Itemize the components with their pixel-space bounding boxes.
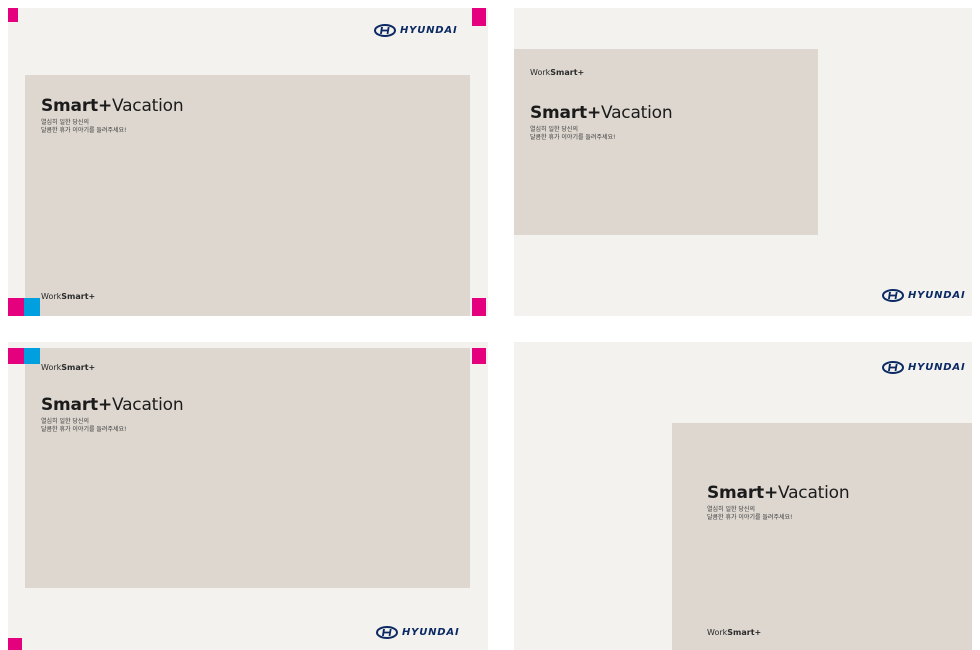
hyundai-wordmark: HYUNDAI — [400, 24, 458, 36]
headline-bold: Smart+ — [41, 96, 112, 116]
vacation-card: WorkSmart+ Smart+Vacation 열심히 일한 당신의 달콤한… — [514, 49, 818, 235]
hyundai-h-icon — [374, 23, 396, 37]
card-headline: Smart+Vacation — [41, 96, 184, 116]
crop-mark — [8, 298, 24, 316]
worksmart-tag: WorkSmart+ — [41, 363, 95, 372]
worksmart-light: Work — [41, 292, 62, 301]
panel-bottom-right: Smart+Vacation 열심히 일한 당신의 달콤한 휴가 이야기를 들려… — [514, 342, 972, 650]
vacation-card: Smart+Vacation 열심히 일한 당신의 달콤한 휴가 이야기를 들려… — [25, 75, 470, 316]
worksmart-light: Work — [41, 363, 62, 372]
crop-mark — [24, 298, 40, 316]
hyundai-logo: HYUNDAI — [882, 360, 965, 374]
crop-mark — [8, 638, 22, 650]
worksmart-tag: WorkSmart+ — [707, 628, 761, 637]
headline-light: Vacation — [111, 96, 184, 116]
crop-mark — [472, 8, 486, 26]
crop-mark — [472, 348, 486, 364]
card-subtext-line2: 달콤한 휴가 이야기를 들려주세요! — [707, 514, 793, 521]
hyundai-logo: HYUNDAI — [374, 23, 457, 37]
hyundai-wordmark: HYUNDAI — [908, 289, 966, 301]
card-subtext-line2: 달콤한 휴가 이야기를 들려주세요! — [41, 426, 127, 433]
hyundai-h-icon — [376, 625, 398, 639]
headline-bold: Smart+ — [707, 483, 778, 503]
worksmart-light: Work — [530, 68, 551, 77]
crop-mark — [472, 298, 486, 316]
headline-light: Vacation — [111, 395, 184, 415]
worksmart-tag: WorkSmart+ — [530, 68, 584, 77]
vacation-card: WorkSmart+ Smart+Vacation 열심히 일한 당신의 달콤한… — [25, 348, 470, 588]
worksmart-bold: Smart+ — [550, 68, 585, 77]
worksmart-tag: WorkSmart+ — [41, 292, 95, 301]
card-headline: Smart+Vacation — [707, 483, 850, 503]
card-subtext-line2: 달콤한 휴가 이야기를 들려주세요! — [41, 127, 127, 134]
card-subtext-line1: 열심히 일한 당신의 — [707, 506, 755, 513]
worksmart-bold: Smart+ — [61, 292, 96, 301]
card-subtext-line2: 달콤한 휴가 이야기를 들려주세요! — [530, 134, 616, 141]
worksmart-bold: Smart+ — [727, 628, 762, 637]
worksmart-bold: Smart+ — [61, 363, 96, 372]
crop-mark — [24, 348, 40, 364]
hyundai-logo: HYUNDAI — [882, 288, 965, 302]
card-headline: Smart+Vacation — [41, 395, 184, 415]
worksmart-light: Work — [707, 628, 728, 637]
card-subtext-line1: 열심히 일한 당신의 — [41, 119, 89, 126]
hyundai-wordmark: HYUNDAI — [908, 361, 966, 373]
panel-top-left: Smart+Vacation 열심히 일한 당신의 달콤한 휴가 이야기를 들려… — [8, 8, 488, 316]
crop-mark — [8, 8, 18, 22]
headline-bold: Smart+ — [530, 103, 601, 123]
card-headline: Smart+Vacation — [530, 103, 673, 123]
hyundai-h-icon — [882, 360, 904, 374]
card-subtext-line1: 열심히 일한 당신의 — [530, 126, 578, 133]
panel-top-right: WorkSmart+ Smart+Vacation 열심히 일한 당신의 달콤한… — [514, 8, 972, 316]
vacation-card: Smart+Vacation 열심히 일한 당신의 달콤한 휴가 이야기를 들려… — [672, 423, 972, 650]
card-subtext-line1: 열심히 일한 당신의 — [41, 418, 89, 425]
hyundai-h-icon — [882, 288, 904, 302]
hyundai-wordmark: HYUNDAI — [402, 626, 460, 638]
headline-light: Vacation — [777, 483, 850, 503]
headline-bold: Smart+ — [41, 395, 112, 415]
hyundai-logo: HYUNDAI — [376, 625, 459, 639]
crop-mark — [8, 348, 24, 364]
headline-light: Vacation — [600, 103, 673, 123]
panel-bottom-left: WorkSmart+ Smart+Vacation 열심히 일한 당신의 달콤한… — [8, 342, 488, 650]
